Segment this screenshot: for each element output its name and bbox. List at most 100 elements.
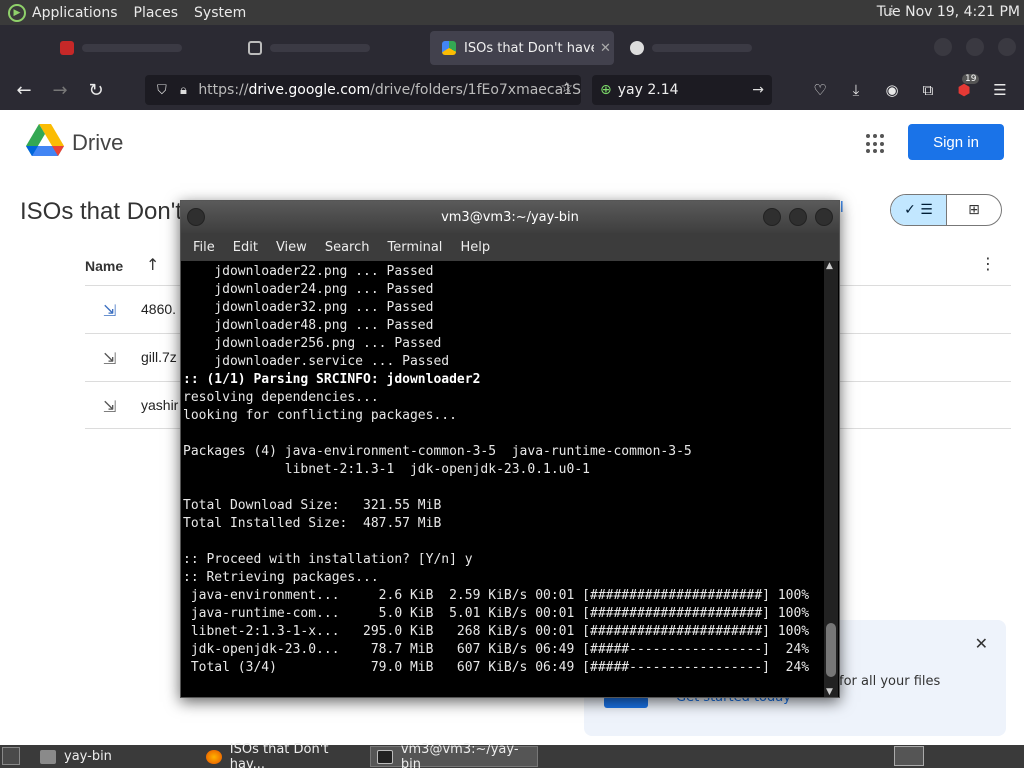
terminal-line: libnet-2:1.3-1 jdk-openjdk-23.0.1.u0-1 — [183, 462, 590, 477]
minimize-button[interactable] — [934, 38, 952, 56]
url-prefix: https:// — [198, 82, 249, 98]
url-bar[interactable]: ⛉ 🔒︎ https://drive.google.com/drive/fold… — [145, 75, 581, 105]
close-icon[interactable]: ✕ — [975, 634, 988, 653]
download-icon[interactable]: ⤓ — [844, 78, 868, 102]
file-name: 4860. — [141, 301, 177, 317]
clock[interactable]: Tue Nov 19, 4:21 PM — [877, 4, 1020, 20]
scroll-up-icon[interactable]: ▲ — [826, 261, 833, 271]
hamburger-menu-icon[interactable]: ☰ — [988, 78, 1012, 102]
gmail-icon — [60, 41, 74, 55]
maximize-button[interactable] — [789, 208, 807, 226]
menu-edit[interactable]: Edit — [233, 240, 258, 255]
terminal-line: Packages (4) java-environment-common-3-5… — [183, 444, 692, 459]
terminal-line: java-runtime-com... 5.0 KiB 5.01 KiB/s 0… — [183, 606, 810, 621]
close-icon[interactable]: ✕ — [600, 41, 611, 56]
terminal-output[interactable]: jdownloader22.png ... Passed jdownloader… — [183, 261, 823, 697]
terminal-line: Total Download Size: 321.55 MiB — [183, 498, 442, 513]
scroll-down-icon[interactable]: ▼ — [826, 687, 833, 697]
forward-arrow-icon[interactable]: → — [48, 78, 72, 102]
trash-icon — [248, 41, 262, 55]
terminal-titlebar[interactable]: vm3@vm3:~/yay-bin — [181, 201, 839, 233]
url-text: https://drive.google.com/drive/folders/1… — [198, 82, 581, 98]
tab-drive-folder[interactable]: ISOs that Don't haven ✕ — [430, 31, 614, 65]
tab-label: ISOs that Don't haven — [464, 40, 594, 56]
shortcut-file-icon: ⇲ — [103, 397, 117, 416]
close-window-button[interactable] — [998, 38, 1016, 56]
terminal-line: resolving dependencies... — [183, 390, 379, 405]
tab-label-placeholder — [270, 44, 370, 52]
menu-file[interactable]: File — [193, 240, 215, 255]
tab-trash[interactable] — [236, 31, 426, 65]
terminal-icon — [377, 749, 393, 764]
list-view-button[interactable]: ✓ ☰ — [891, 195, 946, 225]
taskbar: yay-bin ISOs that Don't hav... vm3@vm3:~… — [0, 742, 1024, 768]
browser-tab-strip: ISOs that Don't haven ✕ — [0, 25, 1024, 70]
terminal-scrollbar[interactable]: ▲ ▼ — [824, 261, 838, 697]
column-header-name[interactable]: Name — [85, 258, 123, 274]
pocket-icon[interactable]: ♡ — [808, 78, 832, 102]
tab-github[interactable] — [618, 31, 808, 65]
close-window-button[interactable] — [815, 208, 833, 226]
minimize-button[interactable] — [763, 208, 781, 226]
github-icon — [630, 41, 644, 55]
terminal-line: Total Installed Size: 487.57 MiB — [183, 516, 442, 531]
menu-system[interactable]: System — [194, 5, 246, 21]
search-bar[interactable]: ⊕ yay 2.14 → — [592, 75, 772, 105]
shortcut-file-icon: ⇲ — [103, 301, 117, 320]
terminal-title: vm3@vm3:~/yay-bin — [441, 210, 579, 225]
reload-icon[interactable]: ↻ — [84, 78, 108, 102]
terminal-line: jdownloader.service ... Passed — [183, 354, 450, 369]
terminal-line: java-environment... 2.6 KiB 2.59 KiB/s 0… — [183, 588, 810, 603]
taskbar-label: yay-bin — [64, 749, 112, 764]
menu-places[interactable]: Places — [134, 5, 179, 21]
terminal-line: jdownloader256.png ... Passed — [183, 336, 442, 351]
extension-badge: 19 — [962, 74, 980, 84]
grid-view-button[interactable]: ⊞ — [945, 195, 1001, 225]
sign-in-button[interactable]: Sign in — [908, 124, 1004, 160]
menu-search[interactable]: Search — [325, 240, 370, 255]
menu-applications[interactable]: Applications — [32, 5, 118, 21]
terminal-line: looking for conflicting packages... — [183, 408, 457, 423]
workspace-switcher[interactable] — [894, 746, 924, 766]
more-options-icon[interactable]: ⋮ — [980, 254, 996, 273]
folder-title: ISOs that Don't — [20, 198, 182, 225]
google-apps-icon[interactable] — [866, 134, 886, 154]
distro-logo-icon[interactable]: ▶ — [8, 3, 26, 22]
terminal-line: jdk-openjdk-23.0... 78.7 MiB 607 KiB/s 0… — [183, 642, 810, 657]
back-arrow-icon[interactable]: ← — [12, 78, 36, 102]
search-engine-icon: ⊕ — [600, 82, 612, 98]
terminal-menubar: File Edit View Search Terminal Help — [181, 233, 839, 261]
terminal-line: libnet-2:1.3-1-x... 295.0 KiB 268 KiB/s … — [183, 624, 810, 639]
app-title[interactable]: Drive — [72, 130, 123, 156]
go-arrow-icon[interactable]: → — [752, 82, 764, 98]
menu-view[interactable]: View — [276, 240, 307, 255]
shield-icon[interactable]: ⛉ — [151, 83, 173, 98]
show-desktop-button[interactable] — [2, 747, 20, 765]
search-input[interactable]: yay 2.14 — [618, 82, 679, 98]
account-icon[interactable]: ◉ — [880, 78, 904, 102]
tab-gmail[interactable] — [48, 31, 228, 65]
extensions-icon[interactable]: ⧉ — [916, 78, 940, 102]
promo-text: for all your files — [839, 674, 941, 689]
scrollbar-thumb[interactable] — [826, 623, 836, 677]
terminal-line: :: (1/1) Parsing SRCINFO: jdownloader2 — [183, 372, 481, 387]
taskbar-item-terminal[interactable]: vm3@vm3:~/yay-bin — [370, 742, 538, 768]
taskbar-item-browser[interactable]: ISOs that Don't hav... — [200, 742, 366, 768]
terminal-window[interactable]: vm3@vm3:~/yay-bin File Edit View Search … — [180, 200, 840, 698]
sort-arrow-icon[interactable]: ↑ — [146, 255, 159, 274]
taskbar-item-files[interactable]: yay-bin — [34, 746, 194, 767]
terminal-text: jdownloader22.png ... Passed jdownloader… — [183, 263, 823, 677]
bookmark-star-icon[interactable]: ☆ — [560, 80, 573, 96]
view-toggle: ✓ ☰ ⊞ — [890, 194, 1002, 226]
file-name: yashir — [141, 397, 179, 413]
terminal-line: jdownloader32.png ... Passed — [183, 300, 434, 315]
top-panel: ▶ Applications Places System ⁞ Tue Nov 1… — [0, 0, 1024, 25]
folder-icon — [40, 749, 56, 764]
menu-terminal[interactable]: Terminal — [387, 240, 442, 255]
drive-logo-icon[interactable] — [26, 124, 64, 158]
firefox-icon — [206, 749, 222, 764]
maximize-button[interactable] — [966, 38, 984, 56]
lock-icon[interactable]: 🔒︎ — [173, 83, 195, 98]
menu-help[interactable]: Help — [460, 240, 490, 255]
terminal-line: :: Proceed with installation? [Y/n] y — [183, 552, 473, 567]
